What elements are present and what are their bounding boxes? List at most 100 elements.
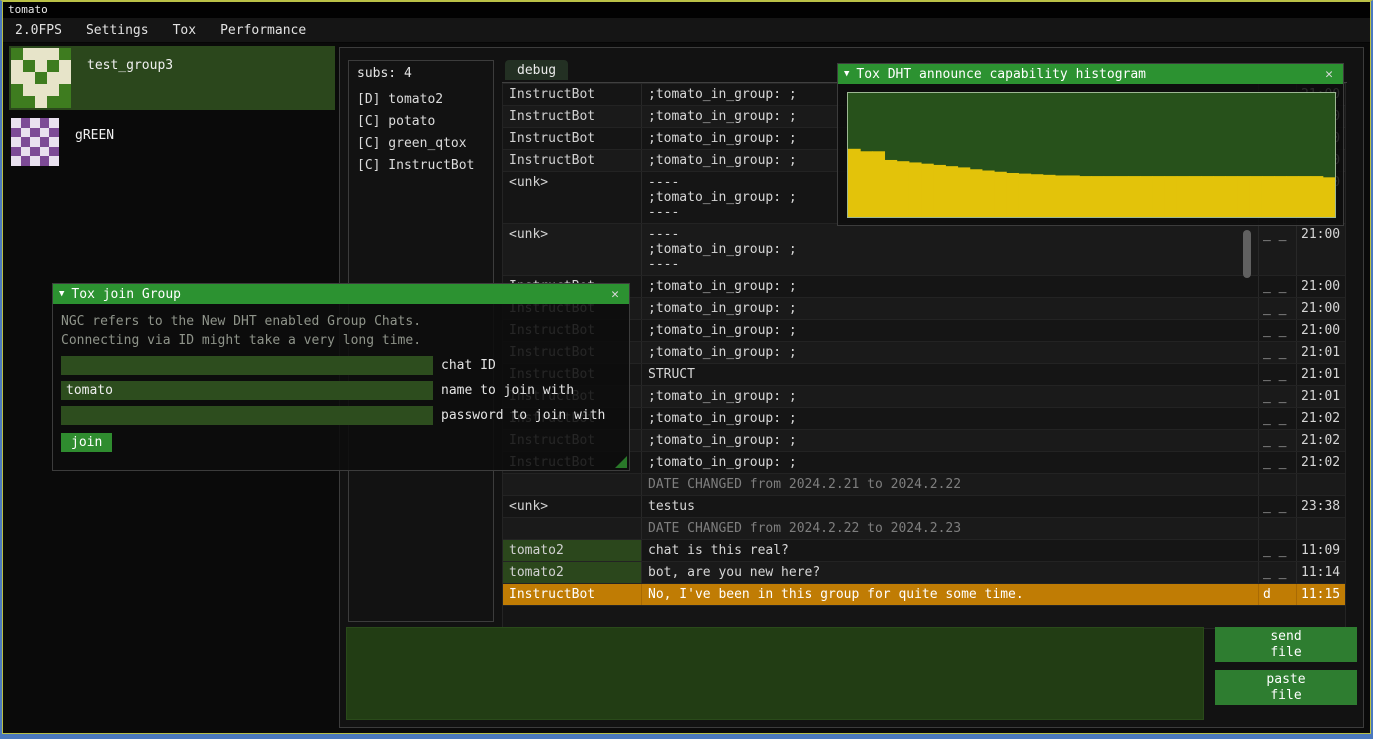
message-flags: _ _ [1259,562,1297,583]
group-avatar-image [11,48,71,108]
date-row[interactable]: DATE CHANGED from 2024.2.22 to 2024.2.23 [503,518,1345,540]
message-input[interactable] [346,627,1204,720]
message-text: ;tomato_in_group: ; [642,452,1259,473]
join-group-window: ▼ Tox join Group ✕ NGC refers to the New… [52,283,630,471]
message-row[interactable]: InstructBotNo, I've been in this group f… [503,584,1345,606]
message-time: 11:14 [1297,562,1345,583]
send-file-button[interactable]: send file [1215,627,1357,662]
join-info-line: Connecting via ID might take a very long… [61,331,621,350]
message-row[interactable]: <unk>testus_ _23:38 [503,496,1345,518]
message-time: 21:01 [1297,342,1345,363]
join-field-row: password to join with [61,406,621,425]
collapse-icon[interactable]: ▼ [59,289,64,299]
message-flags: _ _ [1259,386,1297,407]
join-field-input-0[interactable] [61,356,433,375]
message-sender [503,518,642,539]
message-text: ;tomato_in_group: ; [642,430,1259,451]
sub-item-InstructBot[interactable]: [C] InstructBot [349,155,493,177]
message-time [1297,474,1345,495]
join-window-titlebar[interactable]: ▼ Tox join Group ✕ [53,284,629,304]
message-sender: InstructBot [503,84,642,105]
app-window: tomato 2.0FPS SettingsToxPerformance tes… [0,0,1373,739]
message-flags: _ _ [1259,224,1297,275]
message-row[interactable]: tomato2chat is this real?_ _11:09 [503,540,1345,562]
message-sender: InstructBot [503,106,642,127]
message-flags: _ _ [1259,540,1297,561]
message-time [1297,518,1345,539]
menu-item-tox[interactable]: Tox [161,23,208,38]
message-row[interactable]: tomato2bot, are you new here?_ _11:14 [503,562,1345,584]
join-field-label: password to join with [441,408,605,423]
message-text: ;tomato_in_group: ; [642,320,1259,341]
close-icon[interactable]: ✕ [607,287,623,302]
message-flags: d [1259,584,1297,605]
message-time: 21:00 [1297,320,1345,341]
date-text: DATE CHANGED from 2024.2.22 to 2024.2.23 [642,518,1259,539]
histogram-window-titlebar[interactable]: ▼ Tox DHT announce capability histogram … [838,64,1343,84]
sub-item-green_qtox[interactable]: [C] green_qtox [349,133,493,155]
message-sender: InstructBot [503,150,642,171]
message-time: 21:01 [1297,386,1345,407]
collapse-icon[interactable]: ▼ [844,69,849,79]
message-time: 11:09 [1297,540,1345,561]
message-sender: InstructBot [503,584,642,605]
message-text: ---- ;tomato_in_group: ; ---- [642,224,1259,275]
subs-list: [D] tomato2[C] potato[C] green_qtox[C] I… [349,89,493,177]
message-sender: <unk> [503,496,642,517]
join-field-row: name to join with [61,381,621,400]
menu-item-settings[interactable]: Settings [74,23,161,38]
date-text: DATE CHANGED from 2024.2.21 to 2024.2.22 [642,474,1259,495]
message-text: ;tomato_in_group: ; [642,276,1259,297]
close-icon[interactable]: ✕ [1321,67,1337,82]
group-avatar-image [11,118,59,166]
message-time: 23:38 [1297,496,1345,517]
sub-item-tomato2[interactable]: [D] tomato2 [349,89,493,111]
message-row[interactable]: <unk>---- ;tomato_in_group: ; ----_ _21:… [503,224,1345,276]
join-window-body: NGC refers to the New DHT enabled Group … [53,304,629,470]
message-text: ;tomato_in_group: ; [642,386,1259,407]
join-field-row: chat ID [61,356,621,375]
scrollbar[interactable] [1243,230,1251,278]
menu-item-performance[interactable]: Performance [208,23,318,38]
menu-items: SettingsToxPerformance [74,23,318,38]
join-info-line: NGC refers to the New DHT enabled Group … [61,312,621,331]
message-flags: _ _ [1259,342,1297,363]
sub-item-potato[interactable]: [C] potato [349,111,493,133]
message-sender: tomato2 [503,540,642,561]
menu-bar: 2.0FPS SettingsToxPerformance [3,18,1370,43]
message-flags: _ _ [1259,430,1297,451]
message-text: chat is this real? [642,540,1259,561]
message-time: 21:02 [1297,430,1345,451]
message-flags: _ _ [1259,320,1297,341]
message-time: 21:00 [1297,224,1345,275]
message-time: 11:15 [1297,584,1345,605]
resize-grip[interactable] [615,456,627,468]
os-titlebar[interactable]: tomato [3,2,1370,18]
join-button[interactable]: join [61,433,112,452]
message-text: bot, are you new here? [642,562,1259,583]
message-sender [503,474,642,495]
join-field-input-2[interactable] [61,406,433,425]
message-flags: _ _ [1259,298,1297,319]
sidebar-group-gREEN[interactable]: gREEN [9,116,335,168]
message-time: 21:00 [1297,298,1345,319]
subs-header: subs: 4 [349,61,493,89]
message-text: No, I've been in this group for quite so… [642,584,1259,605]
date-row[interactable]: DATE CHANGED from 2024.2.21 to 2024.2.22 [503,474,1345,496]
message-time: 21:01 [1297,364,1345,385]
message-flags [1259,518,1297,539]
sidebar-group-test_group3[interactable]: test_group3 [9,46,335,110]
message-flags [1259,474,1297,495]
paste-file-button[interactable]: paste file [1215,670,1357,705]
message-flags: _ _ [1259,364,1297,385]
join-field-label: name to join with [441,383,574,398]
histogram-window: ▼ Tox DHT announce capability histogram … [837,63,1344,226]
message-text: testus [642,496,1259,517]
dht-capability-histogram-plot[interactable] [847,92,1336,218]
message-flags: _ _ [1259,408,1297,429]
join-fields: chat ID name to join with password to join… [61,356,621,425]
message-sender: tomato2 [503,562,642,583]
join-field-input-1[interactable] [61,381,433,400]
tab-debug[interactable]: debug [505,60,568,80]
group-name: gREEN [75,128,114,143]
